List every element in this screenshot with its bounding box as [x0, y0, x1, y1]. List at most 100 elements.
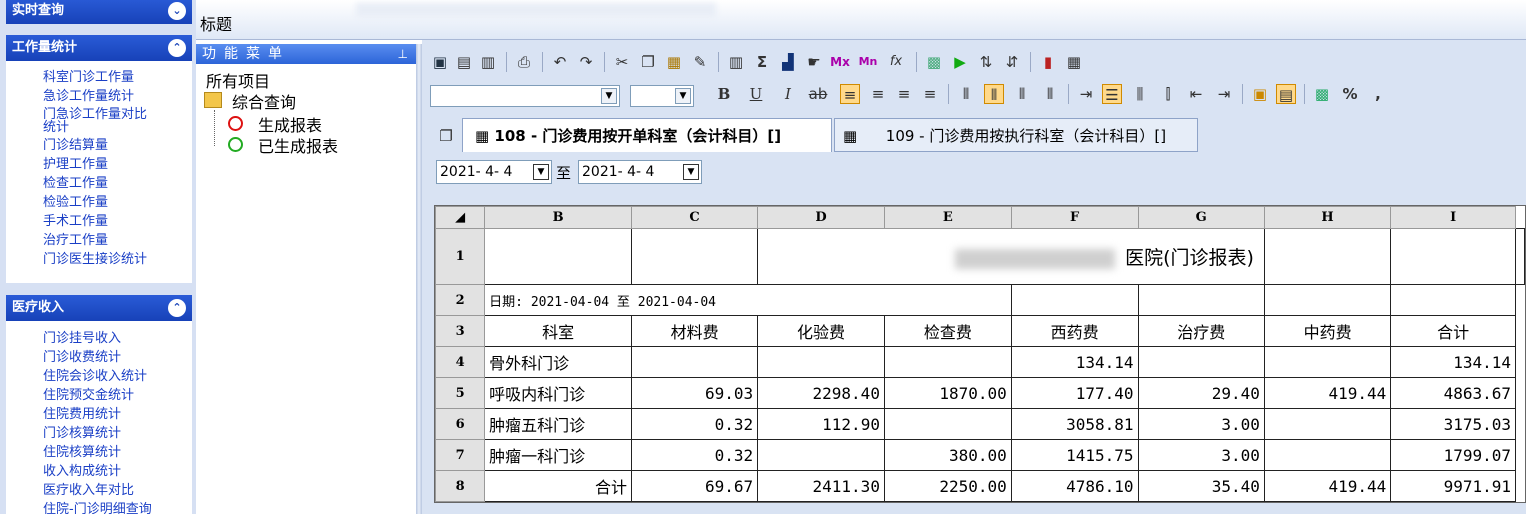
- cell[interactable]: 35.40: [1137, 470, 1265, 502]
- min-icon[interactable]: Mn: [858, 52, 878, 72]
- indent-decrease-icon[interactable]: ⇤: [1186, 84, 1206, 104]
- row-header[interactable]: 4: [434, 346, 486, 378]
- cell[interactable]: 4863.67: [1390, 377, 1516, 409]
- max-icon[interactable]: Mx: [830, 52, 850, 72]
- nav-link[interactable]: 门急诊工作量对比统计: [6, 106, 156, 136]
- column-header[interactable]: C: [631, 206, 759, 229]
- insert-column-icon[interactable]: ▥: [726, 52, 746, 72]
- nav-link[interactable]: 住院费用统计: [6, 405, 192, 424]
- row-header[interactable]: 8: [434, 470, 486, 502]
- row-header[interactable]: 6: [434, 408, 486, 440]
- nav-link[interactable]: 急诊工作量统计: [6, 87, 192, 106]
- cell[interactable]: 合计: [484, 470, 633, 502]
- cell[interactable]: [1263, 284, 1392, 316]
- cell[interactable]: 1870.00: [883, 377, 1012, 409]
- cell[interactable]: [631, 228, 759, 285]
- auto-fit-icon[interactable]: ☰: [1102, 84, 1122, 104]
- print-icon[interactable]: ⎙: [514, 52, 534, 72]
- row-header[interactable]: 5: [434, 377, 486, 409]
- cell[interactable]: 2250.00: [883, 470, 1012, 502]
- nav-link[interactable]: 门诊结算量: [6, 136, 192, 155]
- nav-link[interactable]: 手术工作量: [6, 212, 192, 231]
- merge-cells-icon[interactable]: ⫼: [1130, 84, 1150, 104]
- column-header[interactable]: G: [1137, 206, 1265, 229]
- cell[interactable]: [1137, 346, 1265, 378]
- valign-bottom-icon[interactable]: ⦀: [1012, 84, 1032, 104]
- cell[interactable]: 29.40: [1137, 377, 1265, 409]
- function-icon[interactable]: fx: [886, 52, 906, 72]
- cell[interactable]: 2411.30: [757, 470, 885, 502]
- percent-button[interactable]: %: [1340, 84, 1360, 104]
- format-painter-icon[interactable]: ✎: [690, 52, 710, 72]
- sheet-list-icon[interactable]: ❐: [436, 126, 456, 146]
- currency-icon[interactable]: ▩: [1312, 84, 1332, 104]
- report-title-cell[interactable]: 医院(门诊报表): [757, 228, 1265, 285]
- nav-link[interactable]: 门诊挂号收入: [6, 329, 192, 348]
- chart-wizard-icon[interactable]: ▟: [778, 52, 798, 72]
- copy-icon[interactable]: ❐: [638, 52, 658, 72]
- align-center-icon[interactable]: ≡: [868, 84, 888, 104]
- nav-link[interactable]: 门诊收费统计: [6, 348, 192, 367]
- cell[interactable]: 112.90: [757, 408, 885, 440]
- cell[interactable]: [757, 439, 885, 471]
- hand-icon[interactable]: ☛: [804, 52, 824, 72]
- row-header[interactable]: 3: [434, 315, 486, 347]
- sort-desc-icon[interactable]: ⇵: [1002, 52, 1022, 72]
- indent-increase-icon[interactable]: ⇥: [1214, 84, 1234, 104]
- dropdown-arrow-icon[interactable]: ▼: [533, 164, 549, 180]
- split-cells-icon[interactable]: ⫿: [1158, 84, 1178, 104]
- cell[interactable]: 134.14: [1390, 346, 1516, 378]
- save-icon[interactable]: ▣: [430, 52, 450, 72]
- cell[interactable]: 3058.81: [1010, 408, 1139, 440]
- tree-item-generated-reports[interactable]: 已生成报表: [258, 133, 338, 157]
- cell[interactable]: [1263, 346, 1392, 378]
- cell[interactable]: 0.32: [631, 408, 759, 440]
- nav-link[interactable]: 住院会诊收入统计: [6, 367, 192, 386]
- cell[interactable]: [1390, 284, 1516, 316]
- row-header[interactable]: 2: [434, 284, 486, 316]
- cell[interactable]: [757, 346, 885, 378]
- column-header[interactable]: E: [883, 206, 1012, 229]
- strikethrough-icon[interactable]: ab: [808, 84, 828, 104]
- date-line-cell[interactable]: 日期: 2021-04-04 至 2021-04-04: [484, 284, 1012, 316]
- bar-chart-icon[interactable]: ▮: [1038, 52, 1058, 72]
- section-header-realtime[interactable]: 实时查询 ⌄: [6, 0, 192, 24]
- cell[interactable]: 骨外科门诊: [484, 346, 633, 378]
- tab-report-108[interactable]: ▦ 108 - 门诊费用按开单科室（会计科目）[]: [462, 118, 832, 152]
- fill-icon[interactable]: ▩: [924, 52, 944, 72]
- cell[interactable]: 177.40: [1010, 377, 1139, 409]
- bold-button[interactable]: B: [714, 84, 734, 104]
- dropdown-arrow-icon[interactable]: ▼: [601, 88, 617, 104]
- nav-link[interactable]: 护理工作量: [6, 155, 192, 174]
- dropdown-arrow-icon[interactable]: ▼: [683, 164, 699, 180]
- column-header[interactable]: F: [1010, 206, 1139, 229]
- nav-link[interactable]: 检查工作量: [6, 174, 192, 193]
- align-right-icon[interactable]: ≡: [894, 84, 914, 104]
- column-header[interactable]: D: [757, 206, 885, 229]
- font-name-select[interactable]: ▼: [430, 85, 620, 107]
- calculator-icon[interactable]: ▦: [1064, 52, 1084, 72]
- nav-link[interactable]: 门诊医生接诊统计: [6, 250, 192, 269]
- sort-asc-icon[interactable]: ⇅: [976, 52, 996, 72]
- cell[interactable]: 4786.10: [1010, 470, 1139, 502]
- justify-icon[interactable]: ≡: [920, 84, 940, 104]
- section-header-workload[interactable]: 工作量统计 ⌃: [6, 35, 192, 61]
- chevron-double-up-icon[interactable]: ⌃: [168, 39, 186, 57]
- header-cell[interactable]: 化验费: [757, 315, 885, 347]
- cell[interactable]: [631, 346, 759, 378]
- protect-sheet-icon[interactable]: ▤: [1276, 84, 1296, 104]
- comma-button[interactable]: ,: [1368, 84, 1388, 104]
- cell[interactable]: 3.00: [1137, 439, 1265, 471]
- wrap-text-icon[interactable]: ⇥: [1076, 84, 1096, 104]
- undo-icon[interactable]: ↶: [550, 52, 570, 72]
- nav-link[interactable]: 住院核算统计: [6, 443, 192, 462]
- cell[interactable]: [1515, 228, 1525, 285]
- tab-report-109[interactable]: ▦ 109 - 门诊费用按执行科室（会计科目）[]: [834, 118, 1198, 152]
- run-icon[interactable]: ▶: [950, 52, 970, 72]
- row-header[interactable]: 1: [434, 228, 486, 285]
- cell[interactable]: 3175.03: [1390, 408, 1516, 440]
- tree-group[interactable]: 综合查询: [232, 89, 296, 113]
- date-from-picker[interactable]: 2021- 4- 4 ▼: [436, 160, 552, 184]
- cell[interactable]: 380.00: [883, 439, 1012, 471]
- cell[interactable]: 肿瘤五科门诊: [484, 408, 633, 440]
